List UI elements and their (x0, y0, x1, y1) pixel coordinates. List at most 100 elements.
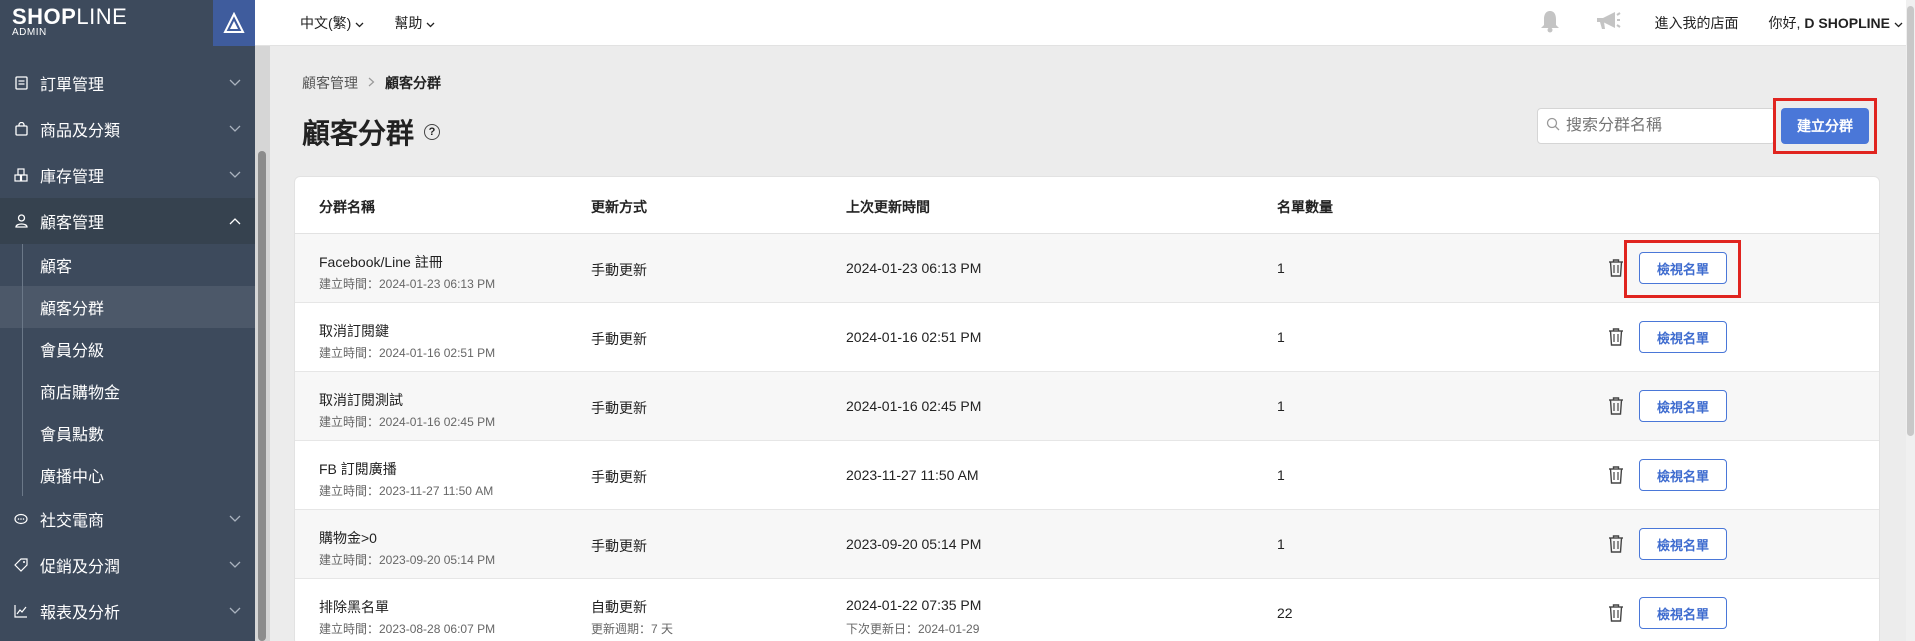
segment-created: 建立時間：2024-01-16 02:51 PM (319, 346, 496, 360)
list-count: 1 (1277, 467, 1285, 483)
breadcrumb: 顧客管理 顧客分群 (302, 73, 441, 93)
chevron-down-icon (229, 166, 241, 184)
trash-icon[interactable] (1608, 465, 1624, 485)
customers-submenu: 顧客 顧客分群 會員分級 商店購物金 會員點數 廣播中心 (0, 244, 255, 496)
table-row: Facebook/Line 註冊 建立時間：2024-01-23 06:13 P… (295, 234, 1879, 303)
page-scrollbar[interactable] (1906, 0, 1915, 641)
submenu-guide-line (22, 244, 23, 496)
sidebar-item-social-commerce[interactable]: 社交電商 (0, 496, 255, 542)
segment-name: 取消訂閱鍵 (319, 323, 389, 339)
search-box (1537, 108, 1775, 144)
user-icon (14, 214, 28, 228)
language-label: 中文(繁) (300, 14, 352, 31)
sidebar-item-label: 庫存管理 (40, 169, 105, 186)
logo-thin: LINE (76, 4, 128, 29)
sidebar-item-label: 報表及分析 (40, 605, 121, 622)
list-count: 1 (1277, 536, 1285, 552)
view-list-button[interactable]: 檢視名單 (1639, 390, 1727, 422)
update-method: 自動更新 (591, 599, 647, 615)
greeting-prefix: 你好, (1768, 14, 1801, 31)
segment-name: Facebook/Line 註冊 (319, 254, 443, 270)
chevron-down-icon (229, 510, 241, 528)
user-name: D SHOPLINE (1804, 14, 1890, 31)
chevron-down-icon (229, 74, 241, 92)
segment-created: 建立時間：2023-09-20 05:14 PM (319, 553, 496, 567)
sidebar-item-inventory[interactable]: 庫存管理 (0, 152, 255, 198)
help-dropdown[interactable]: 幫助 (394, 13, 435, 33)
highlight-box: 建立分群 (1773, 98, 1877, 154)
search-input[interactable] (1566, 117, 1766, 135)
sidebar-subitem-membership-tiers[interactable]: 會員分級 (0, 328, 255, 370)
update-cycle: 更新週期：7 天 (591, 622, 674, 636)
logo-bold: SHOP (12, 4, 77, 29)
megaphone-icon[interactable] (1595, 10, 1621, 35)
update-method: 手動更新 (591, 400, 647, 416)
view-list-button[interactable]: 檢視名單 (1639, 321, 1727, 353)
language-dropdown[interactable]: 中文(繁) (300, 13, 364, 33)
sidebar-subitem-broadcast[interactable]: 廣播中心 (0, 454, 255, 496)
sidebar-scrollbar[interactable] (255, 46, 270, 641)
list-count: 22 (1277, 605, 1293, 621)
sidebar-subitem-member-points[interactable]: 會員點數 (0, 412, 255, 454)
top-bar: 中文(繁) 幫助 進入我的店面 你好, D SHOPLINE (255, 0, 1915, 46)
sidebar-item-products[interactable]: 商品及分類 (0, 106, 255, 152)
chevron-down-icon (426, 15, 435, 31)
page-title-text: 顧客分群 (302, 118, 415, 149)
view-list-button[interactable]: 檢視名單 (1639, 252, 1727, 284)
visit-store-link[interactable]: 進入我的店面 (1655, 13, 1739, 33)
trash-icon[interactable] (1608, 327, 1624, 347)
trash-icon[interactable] (1608, 534, 1624, 554)
sidebar-subitem-store-credit[interactable]: 商店購物金 (0, 370, 255, 412)
view-list-button[interactable]: 檢視名單 (1639, 459, 1727, 491)
chevron-down-icon (1894, 15, 1903, 31)
table-row: 排除黑名單 建立時間：2023-08-28 06:07 PM 自動更新 更新週期… (295, 579, 1879, 641)
breadcrumb-current: 顧客分群 (385, 75, 441, 91)
logo[interactable]: SHOPLINE ADMIN (0, 0, 255, 46)
segment-created: 建立時間：2024-01-16 02:45 PM (319, 415, 496, 429)
help-label: 幫助 (394, 14, 423, 31)
sidebar-subitem-customers[interactable]: 顧客 (0, 244, 255, 286)
shopping-bag-icon (14, 122, 28, 136)
last-updated: 2024-01-22 07:35 PM (846, 597, 982, 613)
header-last-updated: 上次更新時間 (846, 199, 930, 215)
chevron-down-icon (229, 556, 241, 574)
table-row: 取消訂閱測試 建立時間：2024-01-16 02:45 PM 手動更新 202… (295, 372, 1879, 441)
breadcrumb-parent[interactable]: 顧客管理 (302, 73, 358, 93)
segment-name: 排除黑名單 (319, 599, 389, 615)
sidebar-item-label: 商品及分類 (40, 123, 121, 140)
sidebar-item-label: 顧客管理 (40, 215, 105, 232)
sidebar-item-orders[interactable]: 訂單管理 (0, 60, 255, 106)
view-list-button[interactable]: 檢視名單 (1639, 528, 1727, 560)
table-row: FB 訂閱廣播 建立時間：2023-11-27 11:50 AM 手動更新 20… (295, 441, 1879, 510)
list-count: 1 (1277, 329, 1285, 345)
trash-icon[interactable] (1608, 396, 1624, 416)
tag-icon (14, 558, 28, 572)
bell-icon[interactable] (1539, 9, 1561, 36)
header-update-method: 更新方式 (591, 199, 647, 215)
update-method: 手動更新 (591, 262, 647, 278)
table-row: 取消訂閱鍵 建立時間：2024-01-16 02:51 PM 手動更新 2024… (295, 303, 1879, 372)
document-icon (14, 76, 28, 90)
sidebar: SHOPLINE ADMIN 訂單管理 商品及分類 庫存管理 顧客管理 顧客 顧… (0, 0, 255, 641)
last-updated: 2023-11-27 11:50 AM (846, 467, 979, 483)
segment-created: 建立時間：2023-08-28 06:07 PM (319, 622, 496, 636)
user-menu[interactable]: 你好, D SHOPLINE (1769, 13, 1903, 33)
sidebar-item-label: 促銷及分潤 (40, 559, 121, 576)
chevron-up-icon (229, 212, 241, 230)
create-segment-button[interactable]: 建立分群 (1781, 108, 1869, 144)
sidebar-scrollbar-thumb[interactable] (258, 151, 266, 641)
sidebar-item-reports[interactable]: 報表及分析 (0, 588, 255, 634)
page-scrollbar-thumb[interactable] (1907, 6, 1914, 436)
trash-icon[interactable] (1608, 258, 1624, 278)
sidebar-item-promotions[interactable]: 促銷及分潤 (0, 542, 255, 588)
last-updated: 2023-09-20 05:14 PM (846, 536, 982, 552)
update-method: 手動更新 (591, 538, 647, 554)
header-segment-name: 分群名稱 (319, 199, 375, 215)
list-count: 1 (1277, 260, 1285, 276)
segment-created: 建立時間：2023-11-27 11:50 AM (319, 484, 494, 498)
view-list-button[interactable]: 檢視名單 (1639, 597, 1727, 629)
sidebar-subitem-segments[interactable]: 顧客分群 (0, 286, 255, 328)
question-mark-icon[interactable]: ? (424, 124, 441, 140)
trash-icon[interactable] (1608, 603, 1624, 623)
sidebar-item-customers[interactable]: 顧客管理 (0, 198, 255, 244)
